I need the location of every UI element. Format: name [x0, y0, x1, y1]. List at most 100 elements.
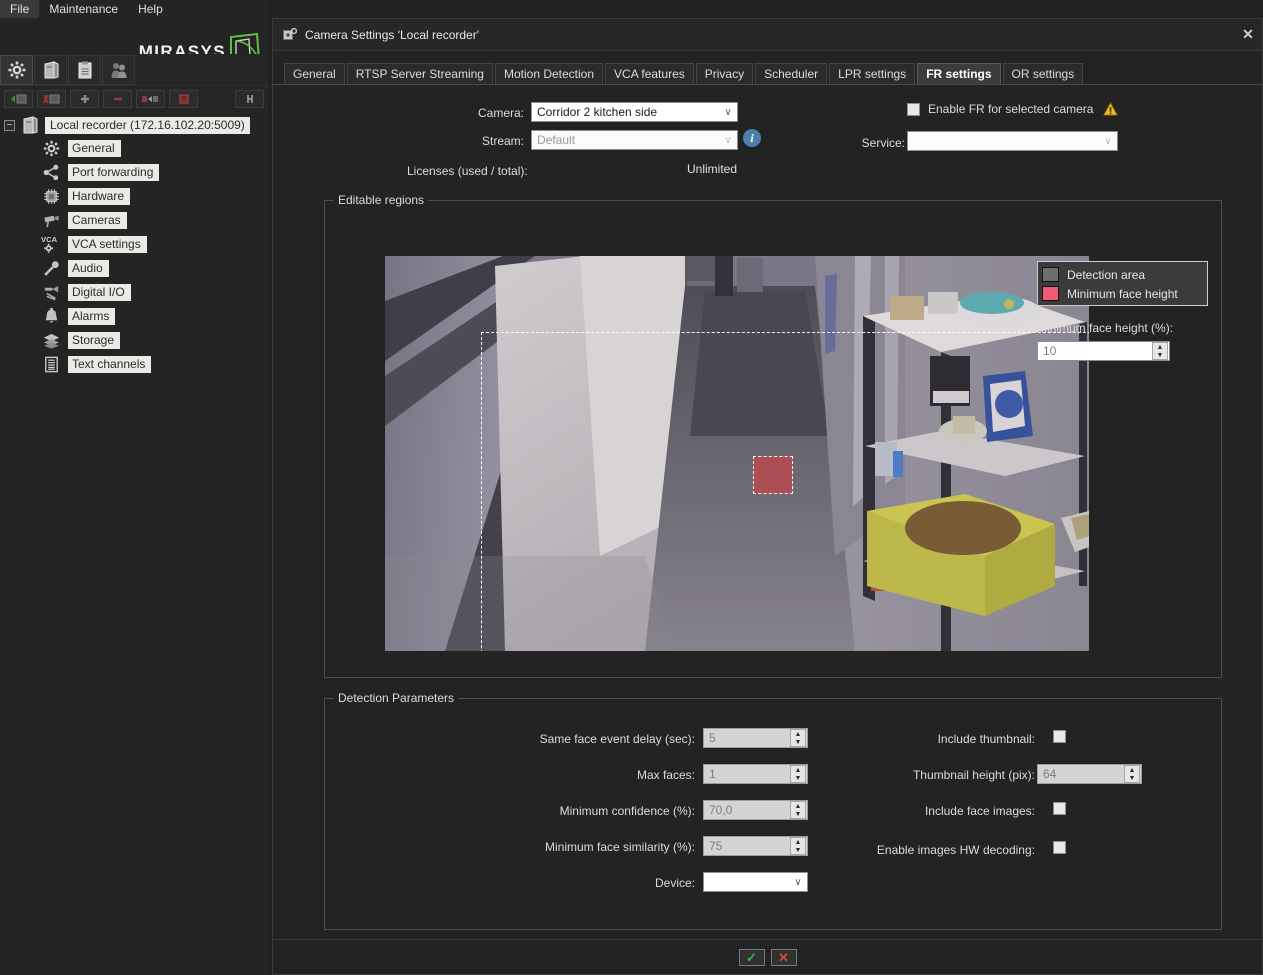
include-thumbnail-checkbox[interactable]	[1053, 730, 1066, 743]
dialog-title-text: Camera Settings 'Local recorder'	[305, 28, 479, 42]
stepper-down-icon[interactable]: ▼	[1125, 774, 1139, 782]
sidebar-item-label: Port forwarding	[68, 164, 159, 181]
sidebar-item-digital-io[interactable]: Digital I/O	[0, 280, 268, 304]
logo-bar: MIRASYS	[0, 18, 268, 54]
minimum-face-height-value: 10	[1038, 344, 1152, 358]
layers-icon	[40, 330, 62, 350]
menu-item-help[interactable]: Help	[128, 0, 173, 18]
sidebar-item-label: Storage	[68, 332, 120, 349]
vca-gear-icon: VCA	[40, 234, 62, 254]
tree-root-label: Local recorder (172.16.102.20:5009)	[45, 117, 250, 134]
add-server-icon	[9, 93, 29, 105]
enable-images-hw-decoding-checkbox[interactable]	[1053, 841, 1066, 854]
dialog-footer: ✓ ✕	[273, 949, 1262, 966]
include-face-images-checkbox[interactable]	[1053, 802, 1066, 815]
cancel-button[interactable]: ✕	[771, 949, 797, 966]
add-button[interactable]	[70, 90, 99, 108]
server-icon	[42, 60, 60, 80]
add-server-button[interactable]	[4, 90, 33, 108]
sidebar-item-label: Hardware	[68, 188, 130, 205]
minimum-face-height-stepper[interactable]: 10 ▲ ▼	[1037, 341, 1170, 361]
device-select[interactable]: ∨	[703, 872, 808, 892]
sidebar-item-alarms[interactable]: Alarms	[0, 304, 268, 328]
digital-io-icon	[40, 282, 62, 302]
remove-server-button[interactable]	[37, 90, 66, 108]
menu-item-file[interactable]: File	[0, 0, 39, 18]
tab-motion-detection[interactable]: Motion Detection	[495, 63, 603, 84]
legend-row-min-face-height[interactable]: Minimum face height	[1042, 284, 1203, 303]
sidebar-item-label: General	[68, 140, 121, 157]
sidebar-item-hardware[interactable]: Hardware	[0, 184, 268, 208]
chevron-down-icon: ∨	[721, 133, 735, 147]
move-icon	[141, 93, 161, 105]
sidebar-item-port-forwarding[interactable]: Port forwarding	[0, 160, 268, 184]
tab-scheduler[interactable]: Scheduler	[755, 63, 827, 84]
tab-privacy[interactable]: Privacy	[696, 63, 753, 84]
left-panel: File Maintenance Help MIRASYS	[0, 0, 268, 975]
tree-expander-icon[interactable]: −	[4, 120, 15, 131]
licenses-value: Unlimited	[687, 162, 737, 176]
tab-rtsp-server-streaming[interactable]: RTSP Server Streaming	[347, 63, 493, 84]
licenses-label: Licenses (used / total):	[407, 164, 528, 178]
stream-select[interactable]: Default ∨	[531, 130, 738, 150]
sidebar-item-cameras[interactable]: Cameras	[0, 208, 268, 232]
users-icon	[110, 60, 128, 80]
toolbar-users-button[interactable]	[102, 55, 135, 85]
enable-images-hw-decoding-label: Enable images HW decoding:	[765, 843, 1035, 857]
thumbnail-height-stepper[interactable]: 64 ▲ ▼	[1037, 764, 1142, 784]
tab-strip: General RTSP Server Streaming Motion Det…	[273, 63, 1262, 85]
menu-item-maintenance[interactable]: Maintenance	[39, 0, 128, 18]
ok-button[interactable]: ✓	[739, 949, 765, 966]
sidebar-item-audio[interactable]: Audio	[0, 256, 268, 280]
sidebar-item-vca-settings[interactable]: VCA VCA settings	[0, 232, 268, 256]
toolbar-profiles-button[interactable]	[68, 55, 101, 85]
service-select[interactable]: ∨	[907, 131, 1118, 151]
stepper-down-icon[interactable]: ▼	[1153, 351, 1167, 359]
legend-row-detection-area[interactable]: Detection area	[1042, 265, 1203, 284]
svg-text:VCA: VCA	[41, 235, 58, 244]
stepper-up-icon[interactable]: ▲	[1153, 343, 1167, 351]
close-icon[interactable]: ✕	[1240, 27, 1256, 43]
remove-button[interactable]	[103, 90, 132, 108]
stepper-up-icon[interactable]: ▲	[1125, 766, 1139, 774]
info-icon[interactable]: i	[743, 129, 761, 147]
enable-fr-row: Enable FR for selected camera	[907, 102, 1118, 116]
minimum-face-height-region[interactable]	[753, 456, 793, 494]
chevron-down-icon: ∨	[791, 875, 805, 889]
detection-parameters-title: Detection Parameters	[334, 691, 458, 705]
sidebar-item-label: Cameras	[68, 212, 127, 229]
sidebar-item-storage[interactable]: Storage	[0, 328, 268, 352]
camera-select[interactable]: Corridor 2 kitchen side ∨	[531, 102, 738, 122]
tab-fr-settings[interactable]: FR settings	[917, 63, 1000, 84]
chip-icon	[40, 186, 62, 206]
tab-or-settings[interactable]: OR settings	[1003, 63, 1084, 84]
sidebar-item-text-channels[interactable]: Text channels	[0, 352, 268, 376]
bell-icon	[40, 306, 62, 326]
sidebar-item-label: Audio	[68, 260, 109, 277]
legend-label: Detection area	[1067, 268, 1145, 282]
stepper-buttons[interactable]: ▲ ▼	[1152, 342, 1168, 360]
minimum-face-similarity-label: Minimum face similarity (%):	[435, 840, 695, 854]
tab-lpr-settings[interactable]: LPR settings	[829, 63, 915, 84]
chevron-down-icon: ∨	[1101, 134, 1115, 148]
toolbar-gear-button[interactable]	[0, 55, 33, 85]
tab-vca-features[interactable]: VCA features	[605, 63, 694, 84]
sidebar-item-general[interactable]: General	[0, 136, 268, 160]
max-faces-label: Max faces:	[435, 768, 695, 782]
enable-fr-checkbox[interactable]	[907, 103, 920, 116]
stream-label: Stream:	[477, 134, 524, 148]
gear-icon	[7, 60, 27, 80]
menu-bar: File Maintenance Help	[0, 0, 268, 18]
toolbar-server-button[interactable]	[34, 55, 67, 85]
detection-area-swatch	[1042, 267, 1059, 282]
tab-general[interactable]: General	[284, 63, 345, 84]
text-list-icon	[40, 354, 62, 374]
camera-preview[interactable]	[385, 256, 1089, 651]
sidebar-item-label: VCA settings	[68, 236, 147, 253]
stepper-buttons[interactable]: ▲ ▼	[1124, 765, 1140, 783]
tools-button[interactable]	[235, 90, 264, 108]
tree-root-node[interactable]: − Local recorder (172.16.102.20:5009)	[0, 114, 268, 136]
navigation-tree: − Local recorder (172.16.102.20:5009)	[0, 112, 268, 975]
move-button[interactable]	[136, 90, 165, 108]
stop-button[interactable]	[169, 90, 198, 108]
